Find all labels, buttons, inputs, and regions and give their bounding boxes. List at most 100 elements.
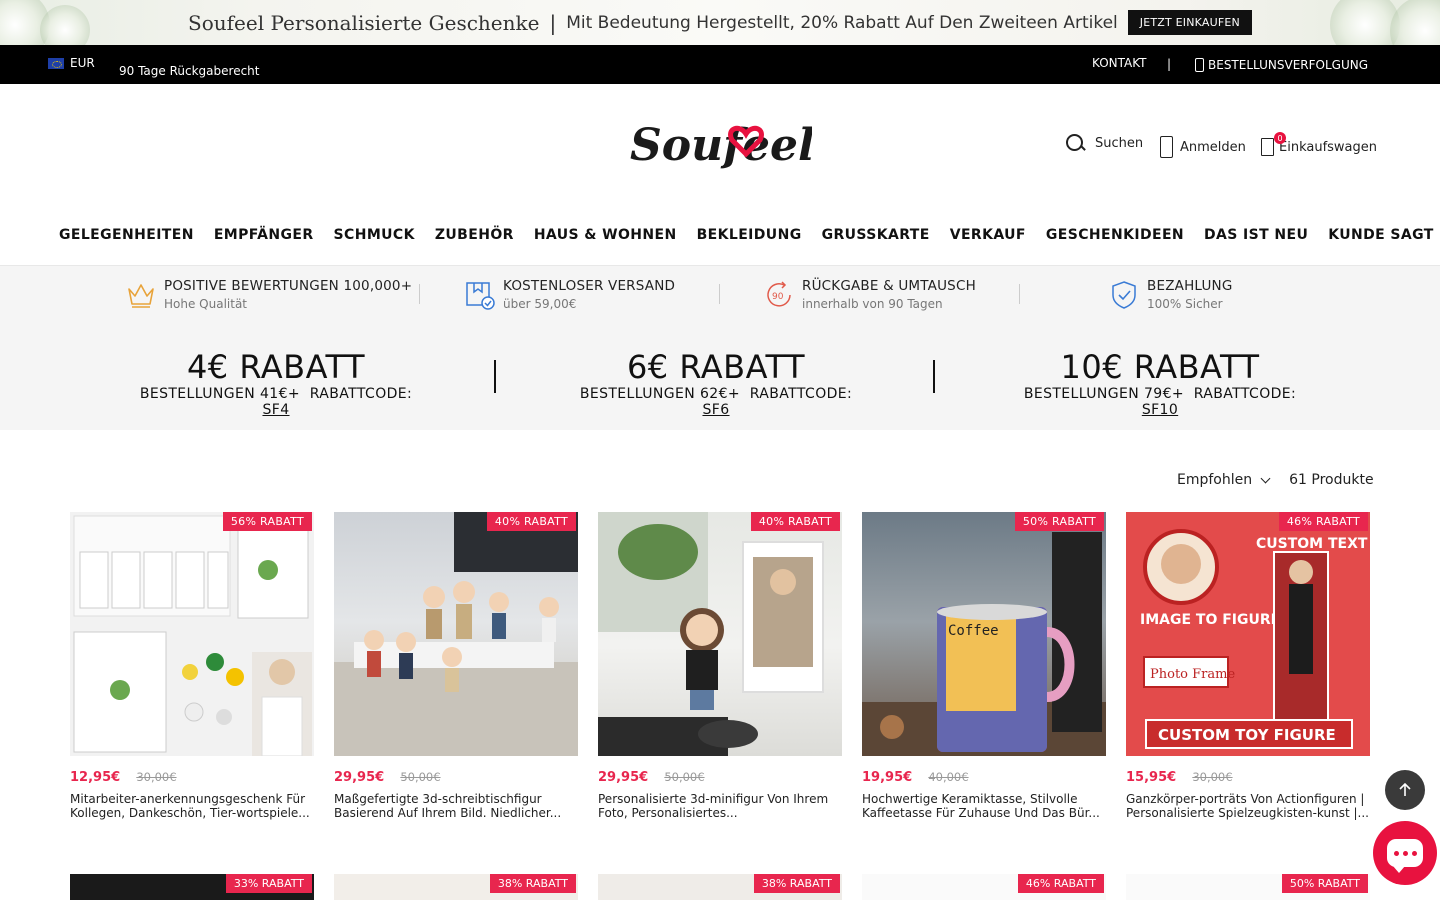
benefit-title: KOSTENLOSER VERSAND bbox=[503, 278, 676, 294]
nav-item-home[interactable]: HAUS & WOHNEN bbox=[534, 227, 677, 243]
crown-icon bbox=[128, 284, 154, 308]
login-label: Anmelden bbox=[1180, 139, 1246, 155]
contact-link[interactable]: KONTAKT bbox=[1092, 56, 1147, 70]
mug-label-text: Coffee bbox=[948, 623, 999, 639]
search-label: Suchen bbox=[1095, 136, 1144, 151]
top-bar: EUR 90 Tage Rückgaberecht KONTAKT | BEST… bbox=[0, 45, 1440, 84]
chevron-down-icon[interactable] bbox=[1260, 473, 1271, 484]
discount-badge: 38% RABATT bbox=[489, 874, 576, 893]
product-image[interactable]: 40% RABATT bbox=[598, 512, 842, 756]
nav-item-accessories[interactable]: ZUBEHÖR bbox=[435, 227, 514, 243]
benefit-subtitle: über 59,00€ bbox=[503, 297, 577, 311]
product-card[interactable]: 38% RABATT bbox=[334, 874, 578, 900]
coupon-code[interactable]: SF4 bbox=[262, 402, 289, 418]
shop-now-button[interactable]: JETZT EINKAUFEN bbox=[1127, 10, 1252, 35]
product-title[interactable]: Ganzkörper-porträts Von Actionfiguren | … bbox=[1126, 792, 1370, 820]
figure-left-text: IMAGE TO FIGURE bbox=[1140, 612, 1280, 628]
login-button[interactable]: Anmelden bbox=[1160, 136, 1246, 158]
product-card[interactable]: 50% RABATT bbox=[1126, 874, 1370, 900]
benefit-title: POSITIVE BEWERTUNGEN 100,000+ bbox=[164, 278, 413, 294]
product-card[interactable]: Coffee 50% RABATT 19,95€ 40,00€ Hochwert… bbox=[862, 512, 1106, 820]
coupon-code-label: RABATTCODE: bbox=[1193, 386, 1297, 402]
divider bbox=[719, 284, 720, 304]
product-card[interactable]: 46% RABATT bbox=[862, 874, 1106, 900]
product-image[interactable]: Coffee 50% RABATT bbox=[862, 512, 1106, 756]
sort-dropdown[interactable]: Empfohlen bbox=[1177, 472, 1252, 488]
original-price: 30,00€ bbox=[136, 770, 177, 784]
original-price: 40,00€ bbox=[928, 770, 969, 784]
coupon-min-order: BESTELLUNGEN 79€+ bbox=[1023, 386, 1185, 402]
soufeel-logo[interactable]: Soufeel bbox=[628, 112, 815, 182]
product-title[interactable]: Personalisierte 3d-minifigur Von Ihrem F… bbox=[598, 792, 842, 820]
product-card[interactable]: 40% RABATT 29,95€ 50,00€ Maßgefertigte 3… bbox=[334, 512, 578, 820]
product-card[interactable]: 56% RABATT 12,95€ 30,00€ Mitarbeiter-ane… bbox=[70, 512, 314, 820]
banner-promo-text: Mit Bedeutung Hergestellt, 20% Rabatt Au… bbox=[566, 12, 1118, 33]
search-button[interactable]: Suchen bbox=[1066, 134, 1143, 153]
nav-item-sale[interactable]: VERKAUF bbox=[950, 227, 1026, 243]
product-image[interactable]: CUSTOM TEXT IMAGE TO FIGURE Photo Frame … bbox=[1126, 512, 1370, 756]
sale-price: 29,95€ bbox=[334, 770, 385, 785]
coupon-sf10[interactable]: 10€ RABATT BESTELLUNGEN 79€+ RABATTCODE:… bbox=[1010, 348, 1310, 418]
product-image[interactable]: 56% RABATT bbox=[70, 512, 314, 756]
discount-badge: 50% RABATT bbox=[1281, 874, 1368, 893]
product-image[interactable]: 40% RABATT bbox=[334, 512, 578, 756]
order-tracking-label: BESTELLUNSVERFOLGUNG bbox=[1208, 58, 1369, 72]
nav-item-occasions[interactable]: GELEGENHEITEN bbox=[59, 227, 194, 243]
nav-item-gift-ideas[interactable]: GESCHENKIDEEN bbox=[1046, 227, 1184, 243]
cart-count-badge: 0 bbox=[1274, 132, 1286, 144]
coupon-amount: 4€ RABATT bbox=[186, 348, 366, 386]
benefit-subtitle: 100% Sicher bbox=[1147, 297, 1223, 311]
coupon-code[interactable]: SF6 bbox=[702, 402, 729, 418]
discount-badge: 38% RABATT bbox=[753, 874, 840, 893]
nav-item-recipients[interactable]: EMPFÄNGER bbox=[214, 227, 314, 243]
product-card[interactable]: CUSTOM TEXT IMAGE TO FIGURE Photo Frame … bbox=[1126, 512, 1370, 820]
product-title[interactable]: Maßgefertigte 3d-schreibtischfigur Basie… bbox=[334, 792, 578, 820]
user-icon bbox=[1160, 136, 1173, 158]
benefit-shipping: KOSTENLOSER VERSAND über 59,00€ bbox=[465, 278, 675, 311]
coupon-divider bbox=[933, 360, 935, 393]
price-row: 29,95€ 50,00€ bbox=[334, 770, 578, 785]
benefit-subtitle: Hohe Qualität bbox=[164, 297, 248, 311]
original-price: 30,00€ bbox=[1192, 770, 1233, 784]
svg-text:90: 90 bbox=[772, 292, 784, 302]
discount-badge: 56% RABATT bbox=[222, 512, 312, 531]
coupon-divider bbox=[494, 360, 496, 393]
order-tracking-link[interactable]: BESTELLUNSVERFOLGUNG bbox=[1195, 58, 1368, 72]
sale-price: 15,95€ bbox=[1126, 770, 1177, 785]
promo-banner[interactable]: Soufeel Personalisierte Geschenke | Mit … bbox=[0, 0, 1440, 45]
benefit-title: BEZAHLUNG bbox=[1147, 278, 1233, 294]
nav-item-new[interactable]: DAS IST NEU bbox=[1204, 227, 1308, 243]
figure-top-text: CUSTOM TEXT bbox=[1256, 536, 1368, 552]
original-price: 50,00€ bbox=[664, 770, 705, 784]
product-card[interactable]: 33% RABATT bbox=[70, 874, 314, 900]
currency-selector[interactable]: EUR bbox=[48, 56, 95, 70]
chat-button[interactable] bbox=[1373, 821, 1437, 885]
returns-info: 90 Tage Rückgaberecht bbox=[119, 64, 260, 78]
product-title[interactable]: Hochwertige Keramiktasse, Stilvolle Kaff… bbox=[862, 792, 1106, 820]
benefit-title: RÜCKGABE & UMTAUSCH bbox=[802, 278, 976, 294]
product-card[interactable]: 40% RABATT 29,95€ 50,00€ Personalisierte… bbox=[598, 512, 842, 820]
product-title[interactable]: Mitarbeiter-anerkennungsgeschenk Für Kol… bbox=[70, 792, 314, 820]
nav-item-greeting-card[interactable]: GRUSSKARTE bbox=[822, 227, 930, 243]
nav-item-jewelry[interactable]: SCHMUCK bbox=[334, 227, 415, 243]
coupon-code[interactable]: SF10 bbox=[1142, 402, 1178, 418]
coupon-sf4[interactable]: 4€ RABATT BESTELLUNGEN 41€+ RABATTCODE: … bbox=[131, 348, 421, 418]
arrow-up-icon bbox=[1399, 783, 1411, 796]
product-card[interactable]: 38% RABATT bbox=[598, 874, 842, 900]
flower-decoration bbox=[1390, 0, 1440, 45]
scroll-top-button[interactable] bbox=[1385, 770, 1425, 810]
benefit-returns: 90 RÜCKGABE & UMTAUSCH innerhalb von 90 … bbox=[764, 278, 976, 311]
coupon-sf6[interactable]: 6€ RABATT BESTELLUNGEN 62€+ RABATTCODE: … bbox=[571, 348, 861, 418]
discount-badge: 50% RABATT bbox=[1014, 512, 1104, 531]
original-price: 50,00€ bbox=[400, 770, 441, 784]
sale-price: 12,95€ bbox=[70, 770, 121, 785]
discount-badge: 40% RABATT bbox=[750, 512, 840, 531]
divider bbox=[419, 284, 420, 304]
discount-badge: 33% RABATT bbox=[225, 874, 312, 893]
nav-item-clothing[interactable]: BEKLEIDUNG bbox=[697, 227, 802, 243]
flower-decoration bbox=[40, 5, 90, 45]
figure-frame-text: Photo Frame bbox=[1150, 667, 1235, 682]
coupon-condition: BESTELLUNGEN 79€+ RABATTCODE: SF10 bbox=[1010, 386, 1310, 418]
nav-item-reviews[interactable]: KUNDE SAGT bbox=[1328, 227, 1433, 243]
banner-brand: Soufeel Personalisierte Geschenke bbox=[188, 10, 540, 35]
